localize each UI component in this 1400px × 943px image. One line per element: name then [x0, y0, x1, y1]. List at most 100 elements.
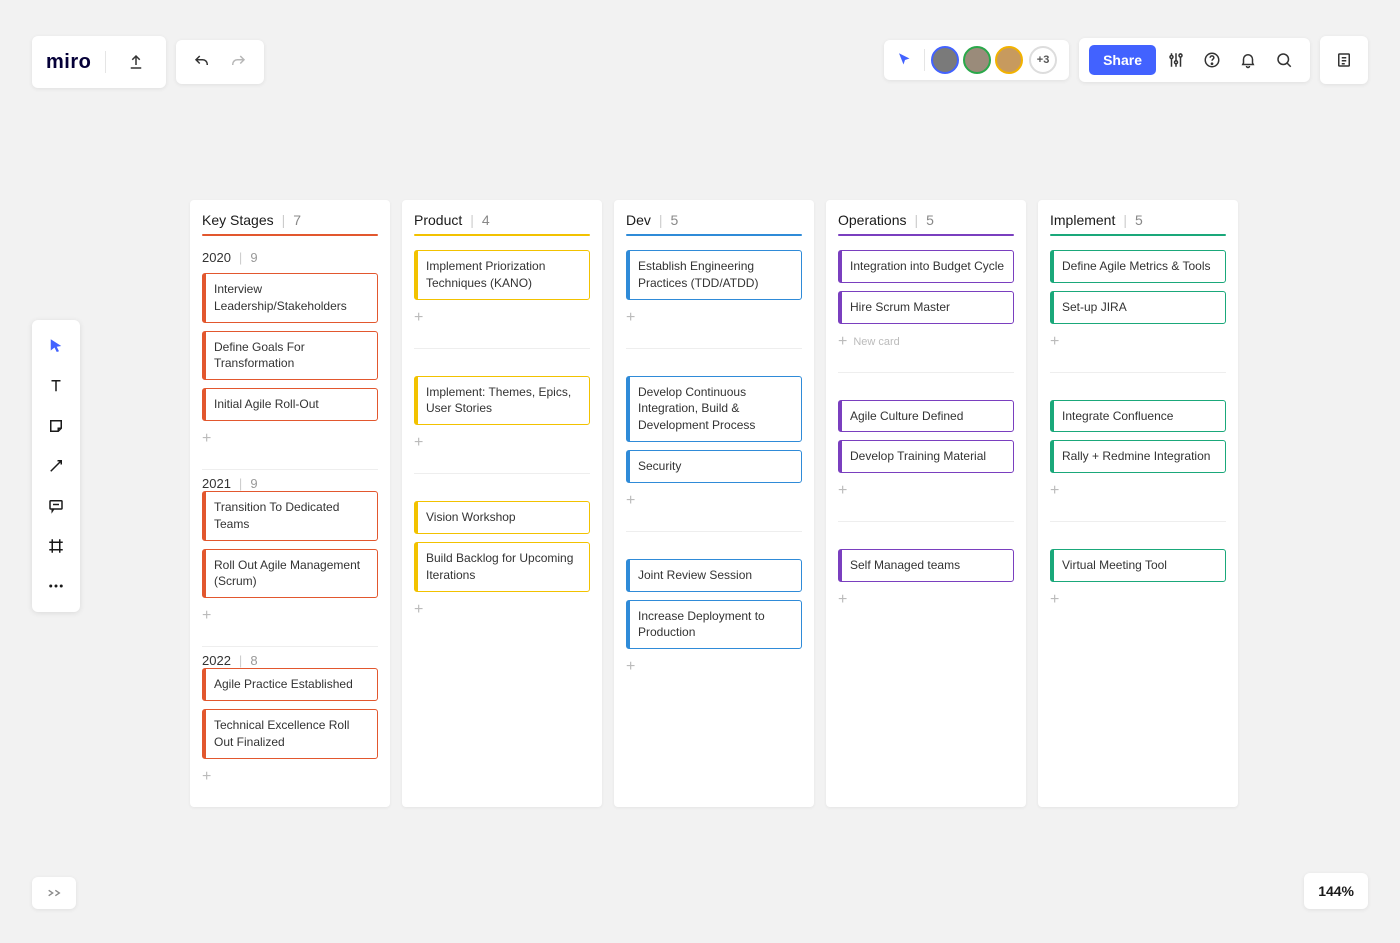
card[interactable]: Security [626, 450, 802, 483]
select-tool-icon[interactable] [36, 328, 76, 364]
comment-tool-icon[interactable] [36, 488, 76, 524]
card[interactable]: Integrate Confluence [1050, 400, 1226, 433]
column-underline [838, 234, 1014, 236]
add-card-button[interactable]: +New card [838, 332, 1014, 356]
column-underline [202, 234, 378, 236]
add-card-button[interactable]: + [202, 767, 378, 791]
add-card-button[interactable]: + [414, 308, 590, 332]
add-card-button[interactable]: + [1050, 590, 1226, 614]
add-card-label: New card [853, 336, 899, 348]
add-card-button[interactable]: + [626, 308, 802, 332]
card[interactable]: Transition To Dedicated Teams [202, 491, 378, 541]
card[interactable]: Increase Deployment to Production [626, 600, 802, 650]
connector-tool-icon[interactable] [36, 448, 76, 484]
card[interactable]: Virtual Meeting Tool [1050, 549, 1226, 582]
top-left-toolbar: miro [32, 36, 264, 88]
card[interactable]: Set-up JIRA [1050, 291, 1226, 324]
add-card-button[interactable]: + [202, 606, 378, 630]
card[interactable]: Technical Excellence Roll Out Finalized [202, 709, 378, 759]
add-card-button[interactable]: + [414, 600, 590, 624]
settings-icon[interactable] [1160, 44, 1192, 76]
minimap-toggle[interactable] [32, 877, 76, 909]
swimlane-year: 2021 [202, 476, 231, 491]
card[interactable]: Self Managed teams [838, 549, 1014, 582]
text-tool-icon[interactable] [36, 368, 76, 404]
avatar[interactable] [995, 46, 1023, 74]
avatar-overflow[interactable]: +3 [1029, 46, 1057, 74]
presence-box: +3 [884, 40, 1069, 80]
plus-icon: + [626, 310, 635, 326]
column-underline [414, 234, 590, 236]
swimlane-count: 8 [250, 653, 257, 668]
column-header[interactable]: Key Stages|7 [202, 212, 378, 228]
side-panel-toggle[interactable] [1320, 36, 1368, 84]
notes-icon [1328, 44, 1360, 76]
card[interactable]: Establish Engineering Practices (TDD/ATD… [626, 250, 802, 300]
plus-icon: + [626, 659, 635, 675]
undo-icon[interactable] [186, 46, 218, 78]
card[interactable]: Hire Scrum Master [838, 291, 1014, 324]
column-key-stages: Key Stages|7 2020|9 Interview Leadership/S… [190, 200, 390, 807]
column-title: Operations [838, 212, 906, 228]
sticky-note-tool-icon[interactable] [36, 408, 76, 444]
add-card-button[interactable]: + [1050, 481, 1226, 505]
board-canvas[interactable]: miro +3 Share [10, 10, 1390, 933]
column-header[interactable]: Dev|5 [626, 212, 802, 228]
card[interactable]: Implement: Themes, Epics, User Stories [414, 376, 590, 426]
card[interactable]: Rally + Redmine Integration [1050, 440, 1226, 473]
add-card-button[interactable]: + [626, 657, 802, 681]
column-header[interactable]: Product|4 [414, 212, 590, 228]
swimlane-header[interactable]: 2021|9 [202, 469, 378, 491]
divider [924, 49, 925, 71]
card[interactable]: Roll Out Agile Management (Scrum) [202, 549, 378, 599]
search-icon[interactable] [1268, 44, 1300, 76]
swimlane-header[interactable]: 2020|9 [202, 250, 378, 265]
avatar[interactable] [931, 46, 959, 74]
logo-box: miro [32, 36, 166, 88]
card[interactable]: Define Agile Metrics & Tools [1050, 250, 1226, 283]
column-header[interactable]: Operations|5 [838, 212, 1014, 228]
card[interactable]: Vision Workshop [414, 501, 590, 534]
plus-icon: + [414, 602, 423, 618]
card[interactable]: Develop Continuous Integration, Build & … [626, 376, 802, 442]
help-icon[interactable] [1196, 44, 1228, 76]
actions-box: Share [1079, 38, 1310, 82]
card[interactable]: Define Goals For Transformation [202, 331, 378, 381]
card[interactable]: Agile Culture Defined [838, 400, 1014, 433]
add-card-button[interactable]: + [414, 433, 590, 457]
top-right-toolbar: +3 Share [884, 36, 1368, 84]
card[interactable]: Agile Practice Established [202, 668, 378, 701]
plus-icon: + [1050, 483, 1059, 499]
card[interactable]: Joint Review Session [626, 559, 802, 592]
add-card-button[interactable]: + [838, 590, 1014, 614]
redo-icon[interactable] [222, 46, 254, 78]
column-count: 7 [293, 212, 301, 228]
card[interactable]: Initial Agile Roll-Out [202, 388, 378, 421]
plus-icon: + [1050, 592, 1059, 608]
share-button[interactable]: Share [1089, 45, 1156, 75]
plus-icon: + [1050, 334, 1059, 350]
bell-icon[interactable] [1232, 44, 1264, 76]
app-logo[interactable]: miro [46, 51, 91, 74]
add-card-button[interactable]: + [1050, 332, 1226, 356]
history-box [176, 40, 264, 84]
zoom-level[interactable]: 144% [1304, 873, 1368, 909]
column-underline [1050, 234, 1226, 236]
frame-tool-icon[interactable] [36, 528, 76, 564]
add-card-button[interactable]: + [202, 429, 378, 453]
avatar[interactable] [963, 46, 991, 74]
card[interactable]: Interview Leadership/Stakeholders [202, 273, 378, 323]
card[interactable]: Develop Training Material [838, 440, 1014, 473]
swimlane-header[interactable]: 2022|8 [202, 646, 378, 668]
plus-icon: + [626, 493, 635, 509]
divider [105, 51, 106, 73]
card[interactable]: Integration into Budget Cycle [838, 250, 1014, 283]
add-card-button[interactable]: + [838, 481, 1014, 505]
export-icon[interactable] [120, 46, 152, 78]
more-tools-icon[interactable] [36, 568, 76, 604]
column-header[interactable]: Implement|5 [1050, 212, 1226, 228]
card[interactable]: Build Backlog for Upcoming Iterations [414, 542, 590, 592]
cursor-following-icon[interactable] [896, 51, 914, 69]
card[interactable]: Implement Priorization Techniques (KANO) [414, 250, 590, 300]
add-card-button[interactable]: + [626, 491, 802, 515]
